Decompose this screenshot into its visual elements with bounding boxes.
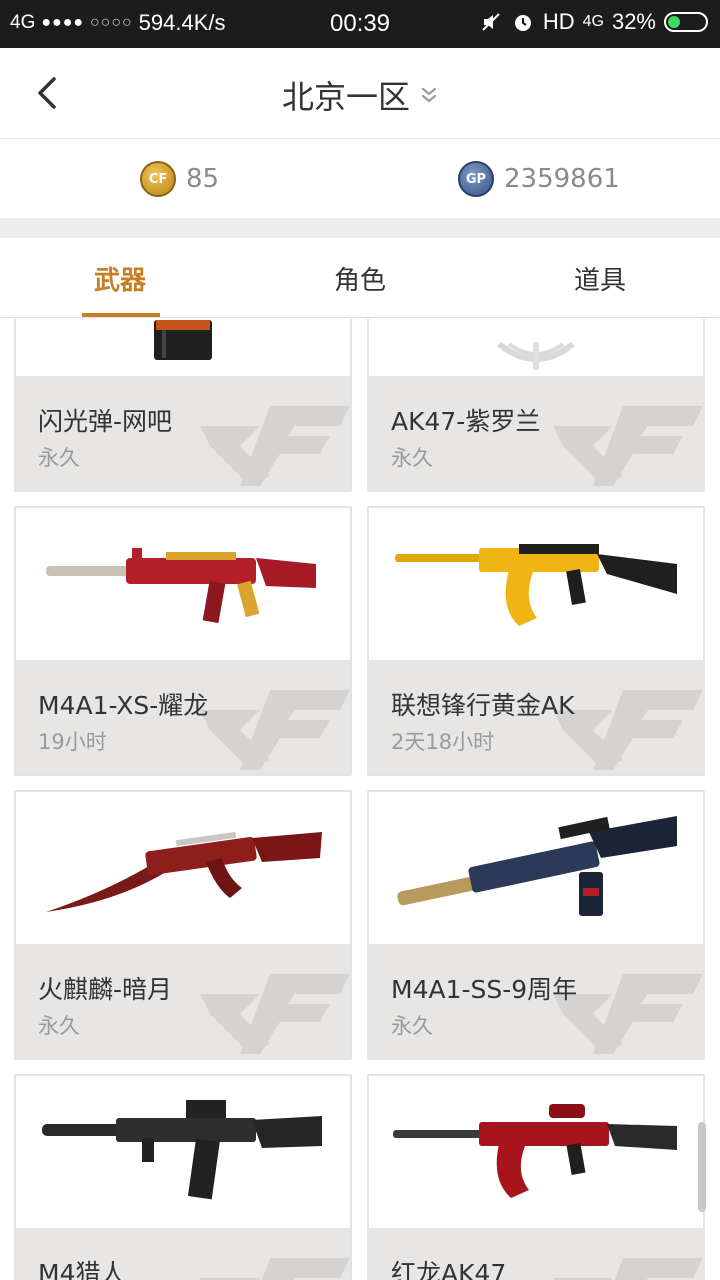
- item-info: 火麒麟-暗月 永久: [16, 944, 350, 1058]
- item-info: M4A1-XS-耀龙 19小时: [16, 660, 350, 774]
- alarm-icon: [511, 10, 535, 34]
- item-name: M4A1-SS-9周年: [391, 975, 578, 1004]
- item-card[interactable]: M4猎人: [14, 1074, 352, 1280]
- item-duration: 永久: [38, 446, 80, 470]
- item-card[interactable]: AK47-紫罗兰 永久: [367, 319, 705, 492]
- tab-items[interactable]: 道具: [480, 238, 720, 318]
- gp-coin-icon: GP: [458, 161, 494, 197]
- cf-watermark-icon: [200, 406, 350, 486]
- item-image: [16, 319, 350, 376]
- cf-points: CF 85: [140, 161, 219, 197]
- item-info: 闪光弹-网吧 永久: [16, 376, 350, 490]
- rifle-icon: [42, 1100, 322, 1200]
- cf-watermark-icon: [200, 974, 350, 1054]
- cf-watermark-icon: [553, 1258, 703, 1280]
- network-type: 4G: [10, 12, 36, 33]
- item-card[interactable]: M4A1-XS-耀龙 19小时: [14, 506, 352, 776]
- battery-percent: 32%: [611, 9, 656, 34]
- hd-indicator: HD: [542, 9, 575, 34]
- rifle-icon: [46, 548, 316, 624]
- rifle-icon: [395, 544, 677, 626]
- active-tab-indicator: [82, 313, 160, 317]
- grenade-icon: [154, 320, 212, 360]
- cf-points-value: 85: [186, 164, 220, 194]
- cf-watermark-icon: [553, 690, 703, 770]
- emblem-icon: [497, 341, 575, 370]
- rifle-icon: [393, 1104, 677, 1198]
- item-card[interactable]: 火麒麟-暗月 永久: [14, 790, 352, 1060]
- item-duration: 永久: [38, 1014, 80, 1038]
- cf-coin-icon: CF: [140, 161, 176, 197]
- muted-icon: [479, 10, 503, 34]
- item-info: M4A1-SS-9周年 永久: [369, 944, 703, 1058]
- currency-bar: CF 85 GP 2359861: [0, 138, 720, 218]
- item-info: AK47-紫罗兰 永久: [369, 376, 703, 490]
- section-divider: [0, 218, 720, 238]
- gp-points-value: 2359861: [504, 164, 620, 194]
- tab-weapons[interactable]: 武器: [0, 238, 240, 318]
- double-chevron-down-icon: [421, 87, 437, 103]
- item-card[interactable]: M4A1-SS-9周年 永久: [367, 790, 705, 1060]
- item-name: M4猎人: [38, 1259, 126, 1280]
- item-name: 红龙AK47: [391, 1259, 507, 1280]
- category-tabs: 武器 角色 道具: [0, 238, 720, 318]
- cf-watermark-icon: [200, 1258, 350, 1280]
- item-card[interactable]: 闪光弹-网吧 永久: [14, 319, 352, 492]
- gp-points: GP 2359861: [458, 161, 620, 197]
- cf-watermark-icon: [200, 690, 350, 770]
- server-selector[interactable]: 北京一区: [0, 72, 720, 118]
- item-image: [16, 508, 350, 660]
- signal-strength-2-icon: ○○○○: [90, 14, 133, 31]
- cf-watermark-icon: [553, 406, 703, 486]
- item-image: [16, 792, 350, 944]
- item-name: M4A1-XS-耀龙: [38, 691, 209, 720]
- scrollbar-thumb[interactable]: [698, 1122, 706, 1212]
- item-name: 火麒麟-暗月: [38, 975, 173, 1004]
- item-info: 联想锋行黄金AK 2天18小时: [369, 660, 703, 774]
- item-name: 闪光弹-网吧: [38, 407, 173, 436]
- item-grid-viewport[interactable]: 闪光弹-网吧 永久 AK47-紫罗兰 永久 M4A1-XS-耀龙 19小时 联想…: [0, 319, 720, 1280]
- item-image: [369, 508, 703, 660]
- item-info: 红龙AK47: [369, 1228, 703, 1280]
- rifle-icon: [397, 816, 677, 916]
- item-info: M4猎人: [16, 1228, 350, 1280]
- network-type-2: 4G: [582, 13, 604, 30]
- item-name: AK47-紫罗兰: [391, 407, 541, 436]
- item-duration: 19小时: [38, 730, 107, 754]
- item-card[interactable]: 红龙AK47: [367, 1074, 705, 1280]
- app-header: 北京一区: [0, 48, 720, 138]
- status-bar: 4G ●●●● ○○○○ 594.4K/s 00:39 HD 4G 32%: [0, 0, 720, 48]
- item-duration: 2天18小时: [391, 730, 495, 754]
- item-name: 联想锋行黄金AK: [391, 691, 575, 720]
- page-title: 北京一区: [281, 78, 410, 116]
- item-image: [16, 1076, 350, 1228]
- item-duration: 永久: [391, 446, 433, 470]
- rifle-icon: [46, 831, 322, 912]
- network-speed: 594.4K/s: [138, 10, 226, 35]
- battery-icon: [664, 12, 708, 32]
- signal-strength-icon: ●●●●: [41, 14, 85, 31]
- tab-characters[interactable]: 角色: [240, 238, 480, 318]
- item-image: [369, 1076, 703, 1228]
- item-image: [369, 319, 703, 376]
- item-duration: 永久: [391, 1014, 433, 1038]
- item-card[interactable]: 联想锋行黄金AK 2天18小时: [367, 506, 705, 776]
- item-image: [369, 792, 703, 944]
